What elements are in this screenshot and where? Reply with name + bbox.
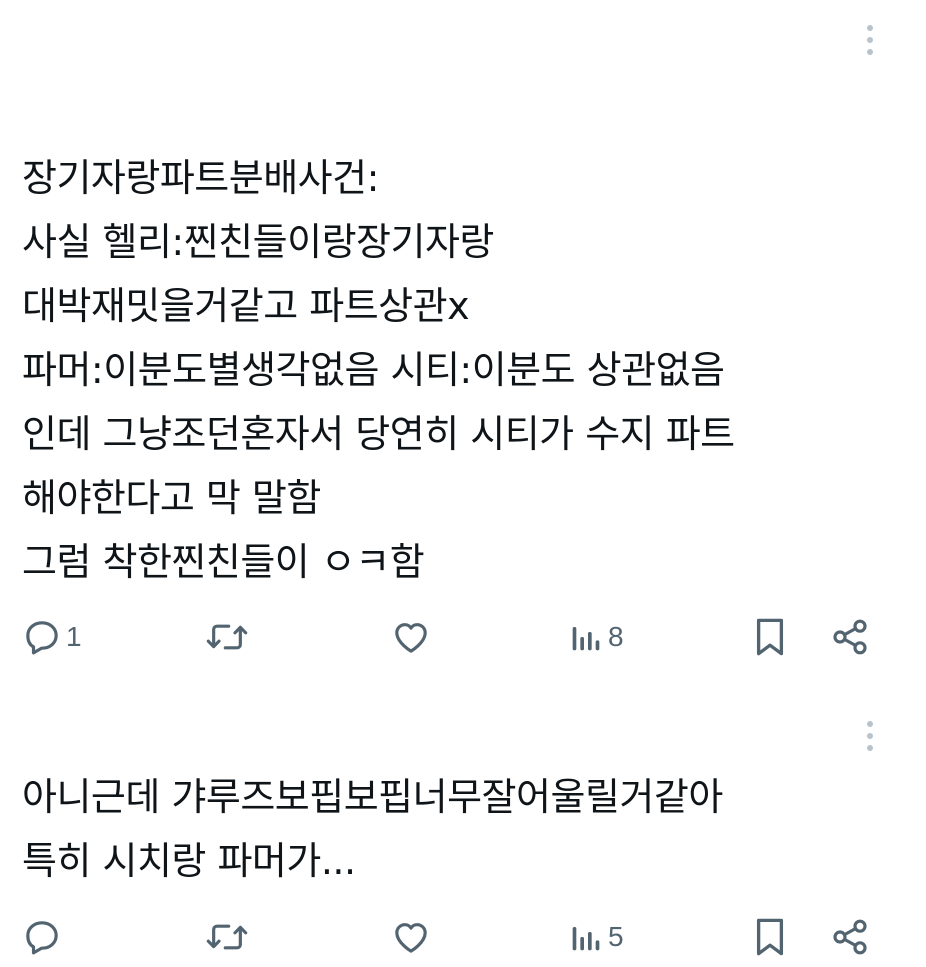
view-count: 5	[608, 921, 624, 952]
reply-count: 1	[66, 621, 82, 652]
heart-icon	[395, 923, 427, 953]
reply-icon	[26, 921, 58, 955]
post-text: 장기자랑파트분배사건: 사실 헬리:찐친들이랑장기자랑 대박재밋을거같고 파트상…	[22, 156, 735, 584]
reply-button[interactable]	[22, 913, 66, 961]
views-button[interactable]: 5	[568, 913, 624, 961]
retweet-button[interactable]	[205, 913, 253, 961]
share-icon	[833, 619, 867, 655]
share-icon	[833, 919, 867, 955]
post-actions: 5	[0, 913, 926, 961]
like-button[interactable]	[390, 913, 436, 961]
more-vertical-icon	[867, 721, 873, 727]
share-button[interactable]	[830, 913, 870, 961]
bookmark-icon	[756, 918, 784, 956]
views-button[interactable]: 8	[568, 613, 624, 661]
like-button[interactable]	[390, 613, 436, 661]
post-actions: 1 8	[0, 613, 926, 661]
retweet-icon	[206, 924, 248, 950]
post-1: 장기자랑파트분배사건: 사실 헬리:찐친들이랑장기자랑 대박재밋을거같고 파트상…	[0, 0, 926, 680]
reply-button[interactable]: 1	[22, 613, 82, 661]
bookmark-icon	[756, 618, 784, 656]
views-icon	[572, 927, 600, 951]
more-options-button[interactable]	[858, 716, 882, 756]
retweet-icon	[206, 624, 248, 650]
post-text: 아니근데 갸루즈보핍보핍너무잘어울릴거같아 특히 시치랑 파머가...	[22, 775, 723, 883]
view-count: 8	[608, 621, 624, 652]
share-button[interactable]	[830, 613, 870, 661]
views-icon	[572, 627, 600, 651]
heart-icon	[395, 623, 427, 653]
bookmark-button[interactable]	[752, 613, 788, 661]
retweet-button[interactable]	[205, 613, 253, 661]
reply-icon	[26, 621, 58, 655]
more-options-button[interactable]	[858, 20, 882, 60]
post-2: 아니근데 갸루즈보핍보핍너무잘어울릴거같아 특히 시치랑 파머가... 5	[0, 700, 926, 967]
more-vertical-icon	[867, 25, 873, 31]
bookmark-button[interactable]	[752, 913, 788, 961]
